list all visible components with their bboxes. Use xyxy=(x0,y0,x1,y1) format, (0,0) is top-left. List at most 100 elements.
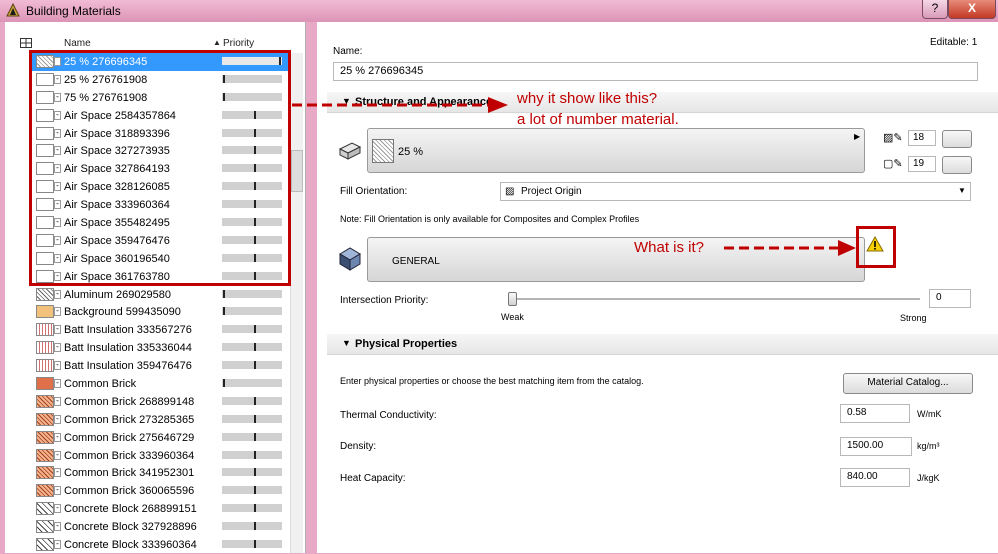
material-pen-indicator: - xyxy=(54,414,61,424)
material-priority-bar xyxy=(222,396,282,405)
annotation-text-1b: a lot of number material. xyxy=(517,111,679,128)
material-priority-bar xyxy=(222,379,282,388)
annotation-box-warning xyxy=(856,226,896,268)
material-list-item[interactable]: - Common Brick 273285365 xyxy=(32,411,288,429)
slider-weak-label: Weak xyxy=(501,312,524,322)
material-list-item[interactable]: - Concrete Block 327928896 xyxy=(32,518,288,536)
material-list-item[interactable]: - Common Brick 341952301 xyxy=(32,464,288,482)
material-fill-swatch xyxy=(36,341,54,355)
material-fill-swatch xyxy=(36,520,54,534)
list-scroll-thumb[interactable] xyxy=(291,150,303,192)
intersection-slider-track[interactable] xyxy=(510,298,920,300)
fill-name: 25 % xyxy=(398,146,424,158)
surface-icon xyxy=(339,247,361,271)
close-button[interactable]: X xyxy=(948,0,996,19)
material-pen-indicator: - xyxy=(54,450,61,460)
priority-marker xyxy=(254,414,256,423)
pen1-input[interactable]: 18 xyxy=(908,130,936,146)
priority-marker xyxy=(254,325,256,334)
material-name: Common Brick 333960364 xyxy=(64,449,195,462)
material-pen-indicator: - xyxy=(54,540,61,550)
material-list-item[interactable]: - Background 599435090 xyxy=(32,303,288,321)
pen1-color-button[interactable] xyxy=(942,130,972,148)
material-name: Common Brick 268899148 xyxy=(64,395,195,408)
material-fill-swatch xyxy=(36,448,54,462)
heat-unit: J/kgK xyxy=(917,473,940,483)
material-list-item[interactable]: - Batt Insulation 359476476 xyxy=(32,357,288,375)
priority-marker xyxy=(254,504,256,513)
archicad-app-icon xyxy=(6,3,20,17)
fill-selector-button[interactable]: 25 % ▶ xyxy=(367,128,865,173)
material-list-item[interactable]: - Common Brick 268899148 xyxy=(32,393,288,411)
priority-marker xyxy=(254,361,256,370)
grid-icon[interactable] xyxy=(20,38,32,48)
physical-note: Enter physical properties or choose the … xyxy=(340,376,644,386)
annotation-text-2: What is it? xyxy=(634,239,705,256)
material-list-item[interactable]: - Common Brick 360065596 xyxy=(32,482,288,500)
editable-count: Editable: 1 xyxy=(930,37,978,48)
material-list-item[interactable]: - Common Brick 333960364 xyxy=(32,447,288,465)
thermal-unit: W/mK xyxy=(917,409,942,419)
column-priority-header[interactable]: Priority xyxy=(223,38,254,49)
name-label: Name: xyxy=(333,46,363,57)
material-priority-bar xyxy=(222,414,282,423)
column-name-header[interactable]: Name xyxy=(64,38,91,49)
density-label: Density: xyxy=(340,441,377,452)
material-fill-swatch xyxy=(36,466,54,480)
priority-marker xyxy=(254,343,256,352)
material-pen-indicator: - xyxy=(54,289,61,299)
material-fill-swatch xyxy=(36,359,54,373)
material-pen-indicator: - xyxy=(54,379,61,389)
material-pen-indicator: - xyxy=(54,325,61,335)
material-list-item[interactable]: - Common Brick xyxy=(32,375,288,393)
intersection-slider-thumb[interactable] xyxy=(508,292,517,306)
material-priority-bar xyxy=(222,307,282,316)
name-input[interactable]: 25 % 276696345 xyxy=(333,62,978,81)
heat-capacity-input[interactable]: 840.00 xyxy=(840,468,910,487)
fill-orientation-select[interactable]: ▨ Project Origin ▼ xyxy=(500,182,971,201)
material-name: Common Brick 275646729 xyxy=(64,431,195,444)
material-pen-indicator: - xyxy=(54,396,61,406)
thermal-conductivity-label: Thermal Conductivity: xyxy=(340,410,437,421)
material-name: Batt Insulation 359476476 xyxy=(64,360,192,373)
material-list-item[interactable]: - Aluminum 269029580 xyxy=(32,286,288,304)
density-unit: kg/m³ xyxy=(917,441,940,451)
material-priority-bar xyxy=(222,522,282,531)
material-priority-bar xyxy=(222,289,282,298)
expand-arrow-icon: ▶ xyxy=(854,132,861,141)
material-priority-bar xyxy=(222,432,282,441)
material-list-item[interactable]: - Batt Insulation 333567276 xyxy=(32,321,288,339)
material-fill-swatch xyxy=(36,412,54,426)
pen2-input[interactable]: 19 xyxy=(908,156,936,172)
list-scrollbar[interactable] xyxy=(290,53,303,553)
dropdown-arrow-icon: ▼ xyxy=(958,186,966,195)
help-button[interactable]: ? xyxy=(922,0,948,19)
fill-orientation-value: Project Origin xyxy=(521,186,582,197)
annotation-arrow-1 xyxy=(292,97,508,113)
material-priority-bar xyxy=(222,361,282,370)
material-name: Batt Insulation 333567276 xyxy=(64,324,192,337)
cut-fill-icon xyxy=(338,142,362,160)
section-physical-header[interactable]: ▼ Physical Properties xyxy=(327,334,998,355)
material-priority-bar xyxy=(222,504,282,513)
material-fill-swatch xyxy=(36,305,54,319)
density-input[interactable]: 1500.00 xyxy=(840,437,912,456)
material-list-item[interactable]: - Concrete Block 268899151 xyxy=(32,500,288,518)
material-catalog-button[interactable]: Material Catalog... xyxy=(843,373,973,394)
material-name: Background 599435090 xyxy=(64,306,181,319)
material-list-item[interactable]: - Batt Insulation 335336044 xyxy=(32,339,288,357)
thermal-conductivity-input[interactable]: 0.58 xyxy=(840,404,910,423)
material-list-item[interactable]: - Common Brick 275646729 xyxy=(32,429,288,447)
project-origin-icon: ▨ xyxy=(505,186,515,197)
material-list-item[interactable]: - Concrete Block 333960364 xyxy=(32,536,288,554)
priority-marker xyxy=(254,540,256,549)
pen2-color-button[interactable] xyxy=(942,156,972,174)
priority-marker xyxy=(254,432,256,441)
intersection-priority-input[interactable]: 0 xyxy=(929,289,971,308)
material-pen-indicator: - xyxy=(54,522,61,532)
material-priority-bar xyxy=(222,468,282,477)
material-pen-indicator: - xyxy=(54,432,61,442)
title-bar xyxy=(0,0,998,22)
window-title: Building Materials xyxy=(26,4,121,18)
list-header: Name ▲ Priority xyxy=(20,37,290,51)
